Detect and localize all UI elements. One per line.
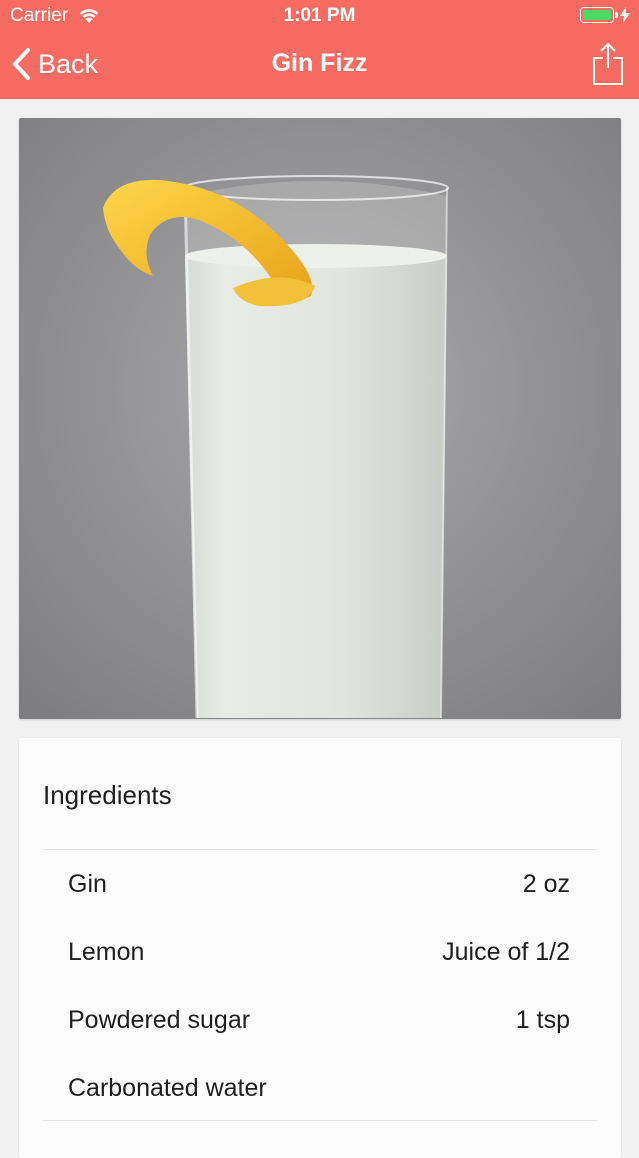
battery-icon [580,7,618,23]
divider [43,1120,597,1121]
status-time: 1:01 PM [283,5,356,26]
ingredient-amount: 2 oz [522,870,570,898]
ingredient-row: Powdered sugar 1 tsp [68,1000,570,1040]
charging-bolt-icon [620,7,630,23]
ingredient-name: Lemon [68,938,145,966]
ingredients-card: Ingredients Gin 2 oz Lemon Juice of 1/2 … [19,738,621,1158]
status-bar: Carrier 1:01 PM [0,0,639,34]
ingredient-amount: 1 tsp [515,1006,570,1034]
ingredient-row: Carbonated water [68,1068,570,1108]
navigation-bar: Back Gin Fizz [0,34,639,99]
ingredient-name: Gin [68,870,107,898]
ingredients-title: Ingredients [43,780,172,810]
app-header: Carrier 1:01 PM Back Gin Fizz [0,0,639,99]
ingredient-row: Gin 2 oz [68,864,570,904]
ingredient-row: Lemon Juice of 1/2 [68,932,570,972]
divider [43,849,597,850]
cocktail-glass-image [19,118,621,719]
share-icon[interactable] [591,42,625,86]
page-title: Gin Fizz [271,49,368,77]
ingredient-name: Powdered sugar [68,1006,251,1034]
cocktail-photo [19,118,621,719]
ingredient-name: Carbonated water [68,1074,267,1102]
ingredient-amount: Juice of 1/2 [442,938,570,966]
